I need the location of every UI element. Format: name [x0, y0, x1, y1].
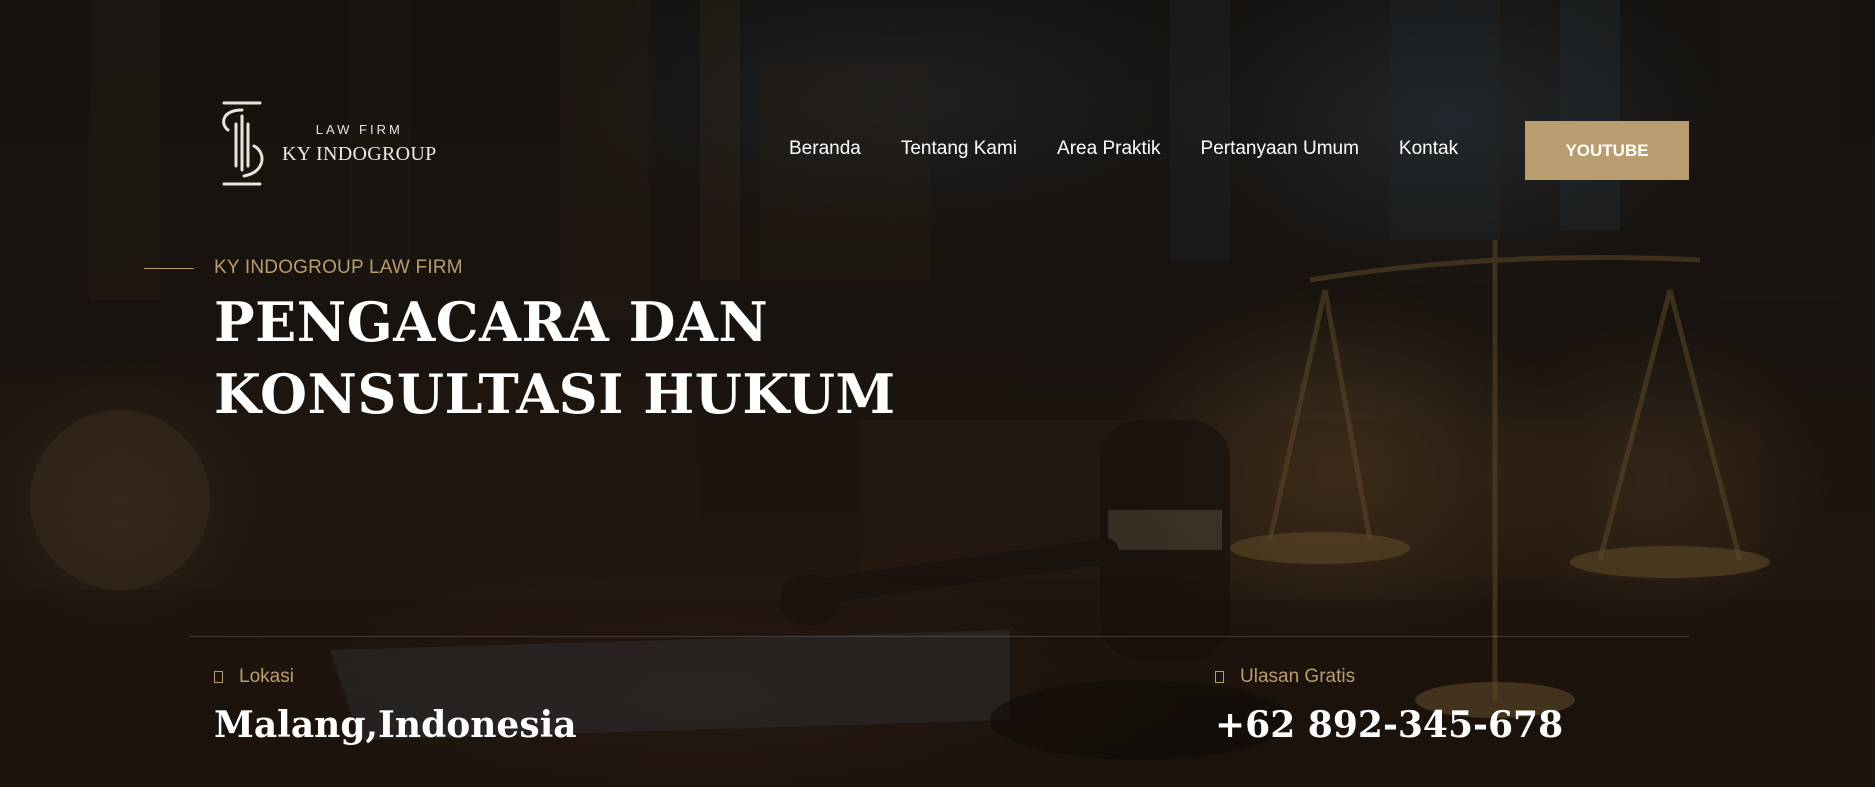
eyebrow-divider [144, 268, 194, 269]
nav-item-pertanyaan-umum[interactable]: Pertanyaan Umum [1201, 138, 1359, 160]
hero-eyebrow: KY INDOGROUP LAW FIRM [214, 257, 463, 278]
location-icon [214, 671, 223, 683]
info-divider [189, 636, 1689, 637]
logo[interactable]: LAW FIRM KY INDOGROUP [214, 100, 437, 188]
nav-item-tentang-kami[interactable]: Tentang Kami [901, 138, 1017, 160]
location-label: Lokasi [214, 666, 294, 688]
logo-icon [222, 101, 264, 186]
nav-item-kontak[interactable]: Kontak [1399, 138, 1458, 160]
hero-headline: PENGACARA DAN KONSULTASI HUKUM [214, 286, 934, 430]
location-value: Malang,Indonesia [214, 704, 577, 746]
nav-item-beranda[interactable]: Beranda [789, 138, 861, 160]
hero-headline-line2: KONSULTASI HUKUM [214, 362, 896, 426]
phone-icon [1215, 671, 1224, 683]
youtube-button[interactable]: YOUTUBE [1525, 121, 1689, 180]
nav-item-area-praktik[interactable]: Area Praktik [1057, 138, 1160, 160]
logo-name: KY INDOGROUP [282, 143, 437, 165]
phone-number[interactable]: +62 892-345-678 [1215, 704, 1563, 746]
hero-headline-line1: PENGACARA DAN [214, 290, 769, 354]
logo-subtitle: LAW FIRM [315, 122, 403, 137]
main-nav: Beranda Tentang Kami Area Praktik Pertan… [789, 138, 1458, 160]
hero-section: LAW FIRM KY INDOGROUP Beranda Tentang Ka… [0, 0, 1875, 787]
review-label: Ulasan Gratis [1215, 666, 1355, 688]
location-label-text: Lokasi [239, 666, 294, 687]
review-label-text: Ulasan Gratis [1240, 666, 1356, 687]
